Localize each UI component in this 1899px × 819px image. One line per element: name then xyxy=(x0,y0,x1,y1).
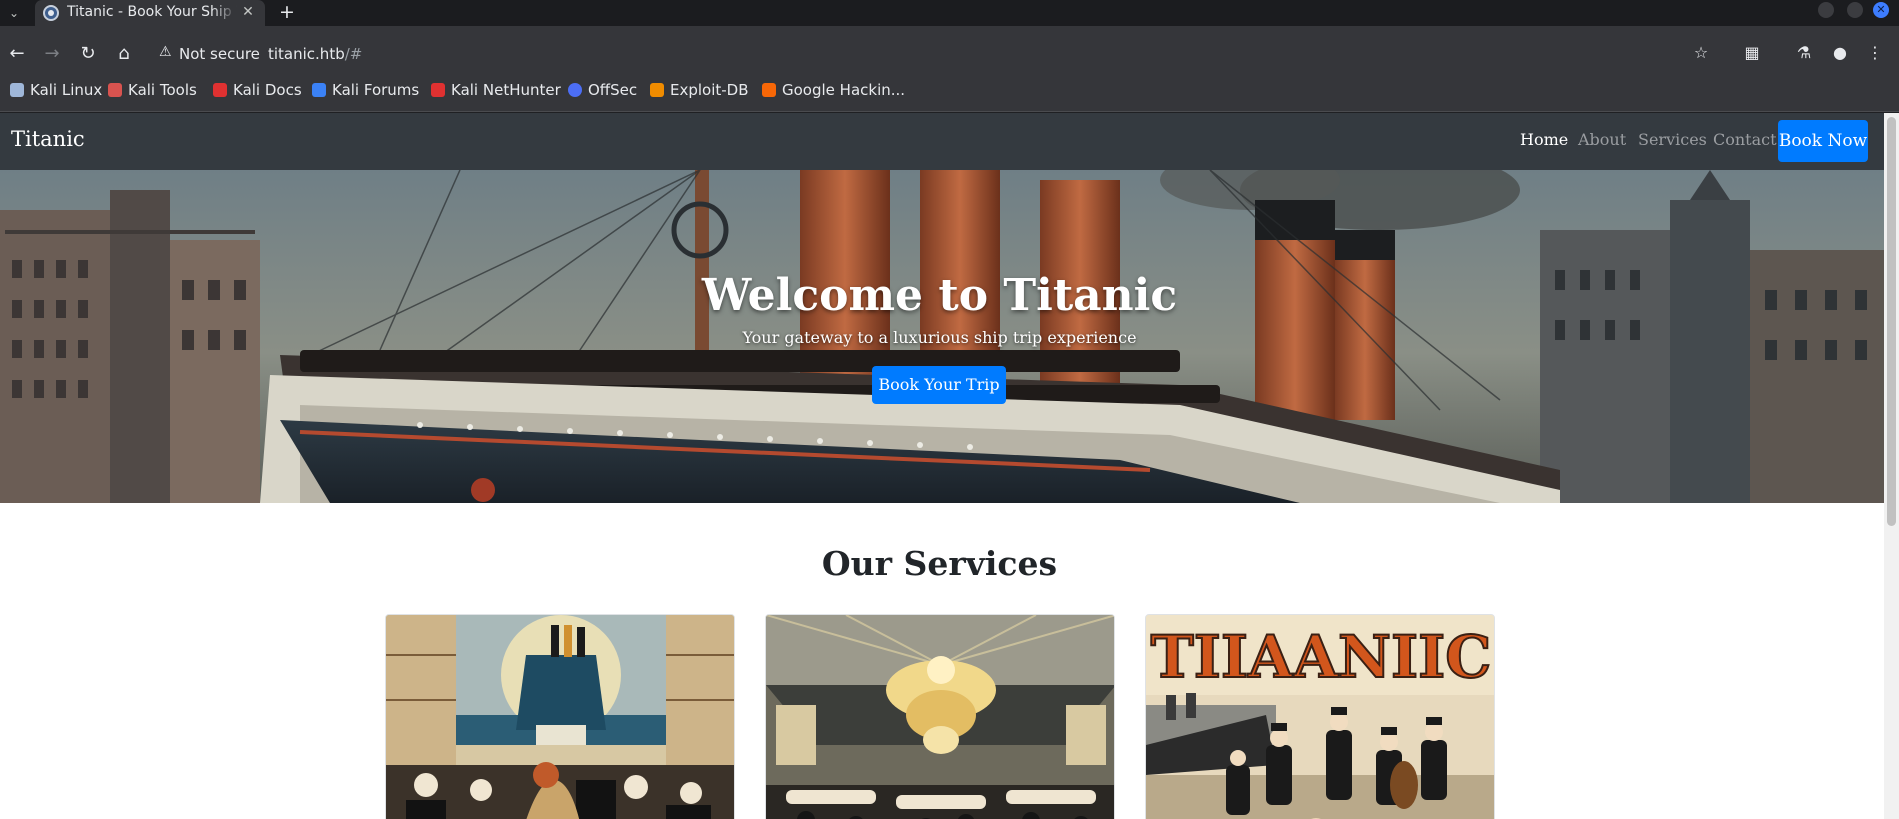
site-navbar: Titanic Home About Services Contact Book… xyxy=(0,113,1884,170)
window-maximize-button[interactable] xyxy=(1847,2,1863,18)
book-now-button[interactable]: Book Now xyxy=(1778,120,1868,162)
nav-services-link[interactable]: Services xyxy=(1638,130,1707,149)
tab-favicon-icon xyxy=(43,5,59,21)
nav-contact-link[interactable]: Contact xyxy=(1713,130,1777,149)
back-arrow-icon[interactable]: ← xyxy=(6,43,28,65)
kali-forums-icon xyxy=(312,83,326,97)
bookmark-label: Kali Tools xyxy=(128,81,197,99)
home-icon[interactable]: ⌂ xyxy=(113,43,135,65)
menu-kebab-icon[interactable]: ⋮ xyxy=(1864,42,1886,64)
web-page: Titanic Home About Services Contact Book… xyxy=(0,113,1884,819)
labs-flask-icon[interactable]: ⚗ xyxy=(1793,42,1815,64)
tab-search-chevron-icon[interactable]: ⌄ xyxy=(4,3,24,23)
window-minimize-button[interactable] xyxy=(1818,2,1834,18)
hero-section: Welcome to Titanic Your gateway to a lux… xyxy=(0,170,1884,503)
browser-tab-strip: ⌄ Titanic - Book Your Ship Trip ✕ + ✕ xyxy=(0,0,1899,26)
bookmark-kali-nethunter[interactable]: Kali NetHunter xyxy=(431,81,561,103)
services-heading: Our Services xyxy=(821,544,1058,583)
scrollbar-thumb[interactable] xyxy=(1887,117,1896,526)
hero-subtitle: Your gateway to a luxurious ship trip ex… xyxy=(742,328,1137,347)
nav-about-link[interactable]: About xyxy=(1578,130,1626,149)
bookmark-label: Google Hackin... xyxy=(782,81,906,99)
forward-arrow-icon[interactable]: → xyxy=(41,43,63,65)
bookmark-exploit-db[interactable]: Exploit-DB xyxy=(650,81,749,103)
profile-avatar-icon[interactable]: ● xyxy=(1829,42,1851,64)
extensions-puzzle-icon[interactable]: ▦ xyxy=(1741,42,1763,64)
grand-chandelier-hall-image xyxy=(766,615,1114,819)
bookmark-label: OffSec xyxy=(588,81,638,99)
kali-dragon-icon xyxy=(10,83,24,97)
kali-docs-icon xyxy=(213,83,227,97)
security-status-label[interactable]: Not secure xyxy=(179,45,260,63)
offsec-icon xyxy=(568,83,582,97)
page-scrollbar[interactable] xyxy=(1884,113,1899,819)
bookmark-label: Exploit-DB xyxy=(670,81,749,99)
bookmark-label: Kali NetHunter xyxy=(451,81,561,99)
bookmark-kali-forums[interactable]: Kali Forums xyxy=(312,81,419,103)
warning-triangle-icon: ⚠ xyxy=(159,44,172,60)
new-tab-button[interactable]: + xyxy=(276,1,298,23)
service-card-ballroom[interactable] xyxy=(385,614,735,819)
url-path: /# xyxy=(344,45,363,63)
bookmark-label: Kali Linux xyxy=(30,81,103,99)
bookmark-kali-docs[interactable]: Kali Docs xyxy=(213,81,302,103)
titanic-entertainment-poster-image: TIIAANIIC xyxy=(1146,615,1494,819)
bookmark-offsec[interactable]: OffSec xyxy=(568,81,637,103)
nethunter-icon xyxy=(431,83,445,97)
window-close-button[interactable]: ✕ xyxy=(1873,2,1889,18)
bookmark-label: Kali Docs xyxy=(233,81,302,99)
hero-title: Welcome to Titanic xyxy=(701,270,1178,321)
tab-close-icon[interactable]: ✕ xyxy=(239,3,257,21)
bookmark-kali-tools[interactable]: Kali Tools xyxy=(108,81,197,103)
tab-title: Titanic - Book Your Ship Trip xyxy=(67,4,237,20)
book-your-trip-button[interactable]: Book Your Trip xyxy=(872,366,1006,404)
service-card-entertainment[interactable]: TIIAANIIC xyxy=(1145,614,1495,819)
kali-tools-icon xyxy=(108,83,122,97)
ballroom-dancing-image xyxy=(386,615,734,819)
bookmark-kali-linux[interactable]: Kali Linux xyxy=(10,81,102,103)
reload-icon[interactable]: ↻ xyxy=(77,43,99,65)
bookmark-star-icon[interactable]: ☆ xyxy=(1690,42,1712,64)
url-text[interactable]: titanic.htb/# xyxy=(268,45,362,63)
url-host: titanic.htb xyxy=(268,45,345,63)
exploit-db-icon xyxy=(650,83,664,97)
service-card-dining-hall[interactable] xyxy=(765,614,1115,819)
address-bar[interactable]: ⚠ Not secure titanic.htb/# xyxy=(151,41,1721,67)
ghdb-icon xyxy=(762,83,776,97)
bookmark-label: Kali Forums xyxy=(332,81,420,99)
nav-home-link[interactable]: Home xyxy=(1520,130,1568,149)
site-brand[interactable]: Titanic xyxy=(11,127,85,151)
poster-title-text: TIIAANIIC xyxy=(1151,623,1492,691)
browser-tab-active[interactable]: Titanic - Book Your Ship Trip ✕ xyxy=(35,0,265,26)
bookmark-google-hacking[interactable]: Google Hackin... xyxy=(762,81,905,103)
